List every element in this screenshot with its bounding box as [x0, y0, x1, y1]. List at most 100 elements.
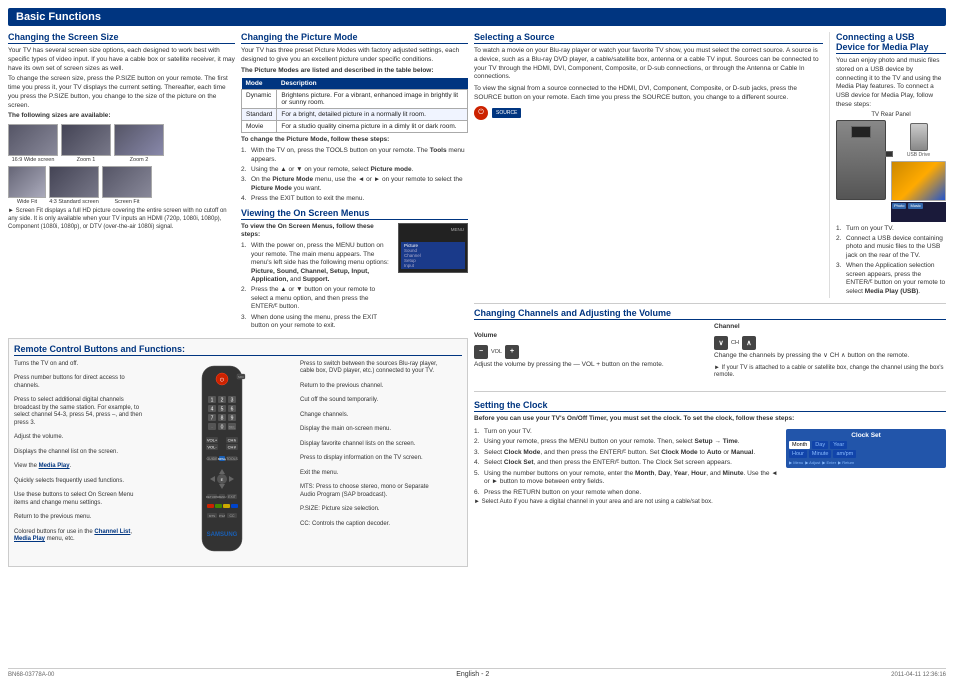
mode-col-header: Mode: [242, 78, 277, 90]
usb-visuals: USB Drive Photo Music: [836, 120, 946, 222]
clock-section: Setting the Clock Before you can use you…: [474, 400, 946, 507]
svg-text:1: 1: [211, 397, 214, 403]
list-item: 2.Press the ▲ or ▼ button on your remote…: [241, 286, 392, 311]
vol-chan-section: Changing Channels and Adjusting the Volu…: [474, 303, 946, 383]
footer-page: English - 2: [456, 671, 489, 678]
svg-text:8: 8: [221, 415, 224, 421]
svg-text:9: 9: [231, 415, 234, 421]
annotation-power: Turns the TV on and off.: [14, 361, 144, 369]
annotation-menu-items: Use these buttons to select On Screen Me…: [14, 492, 144, 507]
thumb-169: 16:9 Wide screen: [8, 124, 58, 163]
tv-rear-label: TV Rear Panel: [836, 112, 946, 118]
vol-minus-key: −: [474, 345, 488, 359]
vol-chan-row: Volume − VOL + Adjust the volume by pres…: [474, 323, 946, 380]
modes-table: Mode Description Dynamic Brightens pictu…: [241, 78, 468, 133]
clock-set-ui: Clock Set Month Day Year Hour Minute am/…: [786, 426, 946, 507]
tv-rear-image: [836, 120, 886, 200]
footer-date: 2011-04-11 12:36:16: [891, 672, 946, 678]
source-icons: ⏻ SOURCE: [474, 106, 823, 120]
list-item: 1.With the power on, press the MENU butt…: [241, 242, 392, 284]
svg-text:TOOLS: TOOLS: [226, 457, 238, 461]
annotation-prev-channel: Return to the previous channel.: [300, 383, 440, 391]
annotation-mts: MTS: Press to choose stereo, mono or Sep…: [300, 484, 440, 499]
thumb-label-43: 4:3 Standard screen: [49, 199, 99, 205]
svg-text:CH∨: CH∨: [228, 444, 237, 449]
picture-mode-section: Changing the Picture Mode Your TV has th…: [241, 32, 468, 333]
osd-steps-title: To view the On Screen Menus, follow thes…: [241, 223, 392, 241]
desc-movie: For a studio quality cinema picture in a…: [277, 121, 468, 133]
clock-title: Setting the Clock: [474, 400, 946, 412]
picture-mode-title: Changing the Picture Mode: [241, 32, 468, 44]
source-body: To watch a movie on your Blu-ray player …: [474, 47, 823, 82]
annotation-return: Return to the previous menu.: [14, 514, 144, 522]
volume-control: Volume − VOL + Adjust the volume by pres…: [474, 332, 706, 372]
page-header: Basic Functions: [8, 8, 946, 26]
screen-size-body2: To change the screen size, press the P.S…: [8, 75, 235, 110]
annotation-quick: Quickly selects frequently used function…: [14, 478, 144, 486]
svg-text:5: 5: [221, 406, 224, 412]
remote-annotations-right: Press to switch between the sources Blu-…: [300, 361, 440, 529]
svg-text:CC: CC: [229, 514, 235, 518]
thumb-label-zoom2: Zoom 2: [130, 157, 149, 163]
screen-size-body1: Your TV has several screen size options,…: [8, 47, 235, 73]
clock-steps-col: 1.Turn on your TV. 2.Using your remote, …: [474, 426, 778, 507]
list-item: 2.Connect a USB device containing photo …: [836, 235, 946, 260]
list-item: 3.On the Picture Mode menu, use the ◄ or…: [241, 176, 468, 193]
table-row: Dynamic Brightens picture. For a vibrant…: [242, 90, 468, 109]
svg-text:SRC: SRC: [238, 375, 245, 379]
hdmi-ports: [851, 126, 871, 138]
usb-section: Connecting a USB Device for Media Play Y…: [829, 32, 946, 298]
clock-layout: 1.Turn on your TV. 2.Using your remote, …: [474, 426, 946, 507]
desc-standard: For a bright, detailed picture in a norm…: [277, 109, 468, 121]
photo-ui-overlay: Photo Music: [891, 202, 946, 222]
clock-set-title: Clock Set: [789, 432, 943, 439]
clock-note: ► Select Auto if you have a digital chan…: [474, 499, 778, 507]
annotation-numbers: Press number buttons for direct access t…: [14, 375, 144, 390]
thumb-screenfit: Screen Fit: [102, 166, 152, 205]
screen-thumbnails-row2: Wide Fit 4:3 Standard screen Screen Fit: [8, 166, 235, 205]
thumb-label-wide: Wide Fit: [17, 199, 37, 205]
svg-text:7: 7: [211, 415, 214, 421]
source-body2: To view the signal from a source connect…: [474, 85, 823, 103]
screen-thumbnails: 16:9 Wide screen Zoom 1 Zoom 2: [8, 124, 235, 163]
vol-chan-title: Changing Channels and Adjusting the Volu…: [474, 308, 946, 320]
mode-movie: Movie: [242, 121, 277, 133]
list-item: 1.Turn on your TV.: [474, 428, 778, 436]
thumb-43: 4:3 Standard screen: [49, 166, 99, 205]
photo-ui-bar: Photo Music: [892, 203, 945, 209]
clock-set-table: Clock Set Month Day Year Hour Minute am/…: [786, 429, 946, 468]
svg-text:VOL-: VOL-: [207, 444, 217, 449]
clock-day: Day: [812, 441, 828, 449]
annotation-fav-channels: Display favorite channel lists on the sc…: [300, 441, 440, 449]
picture-steps: 1.With the TV on, press the TOOLS button…: [241, 147, 468, 204]
annotation-channel-list: Displays the channel list on the screen.: [14, 449, 144, 457]
svg-text:MTS: MTS: [209, 514, 215, 518]
svg-text:0: 0: [221, 424, 224, 430]
list-item: 4.Press the EXIT button to exit the menu…: [241, 195, 468, 203]
footer: BN68-03778A-00 English - 2 2011-04-11 12…: [8, 668, 946, 678]
clock-minute: Minute: [809, 450, 832, 458]
table-row: Movie For a studio quality cinema pictur…: [242, 121, 468, 133]
right-content: Selecting a Source To watch a movie on y…: [474, 32, 946, 664]
thumb-label-screenfit: Screen Fit: [114, 199, 139, 205]
list-item: 1.Turn on your TV.: [836, 225, 946, 233]
svg-text:MENU: MENU: [218, 495, 227, 499]
svg-text:SAMSUNG: SAMSUNG: [207, 532, 238, 538]
annotation-media-play: View the Media Play.: [14, 463, 144, 471]
thumb-wide: Wide Fit: [8, 166, 46, 205]
channel-control: Channel ∨ CH ∧ Change the channels by pr…: [714, 323, 946, 380]
chan-note: ► If your TV is attached to a cable or s…: [714, 365, 946, 381]
annotation-mute: Cut off the sound temporarily.: [300, 397, 440, 405]
annotation-main-menu: Display the main on-screen menu.: [300, 426, 440, 434]
svg-text:2: 2: [221, 397, 224, 403]
music-btn: Music: [908, 203, 922, 209]
channel-label: Channel: [714, 323, 740, 332]
svg-text:DEL: DEL: [229, 425, 236, 429]
mode-dynamic: Dynamic: [242, 90, 277, 109]
usb-port: [885, 151, 893, 157]
osd-title: Viewing the On Screen Menus: [241, 208, 468, 220]
list-item: 3.Select Clock Mode, and then press the …: [474, 449, 778, 457]
osd-steps: 1.With the power on, press the MENU butt…: [241, 242, 392, 330]
list-item: 4.Select Clock Set, and then press the E…: [474, 459, 778, 467]
left-content: Changing the Screen Size Your TV has sev…: [8, 32, 468, 664]
